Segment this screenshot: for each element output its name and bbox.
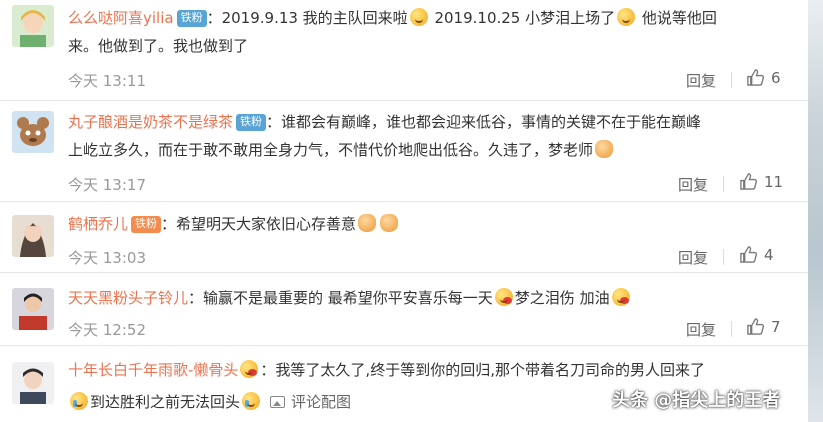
avatar[interactable] — [12, 111, 54, 153]
avatar[interactable] — [12, 215, 54, 257]
side-background — [808, 0, 823, 422]
like-button[interactable]: 11 — [739, 172, 783, 191]
comment-text-part: 梦之泪伤 加油 — [514, 289, 610, 307]
emoji-icon — [380, 214, 399, 232]
comment-item: 丸子酿酒是奶茶不是绿茶 铁粉 ：谁都会有巅峰，谁也都会迎来低谷，事情的关键不在于能在… — [0, 101, 808, 201]
divider — [723, 176, 724, 192]
avatar[interactable] — [12, 362, 54, 404]
thumbs-up-icon — [740, 246, 758, 263]
fan-badge[interactable]: 铁粉 — [131, 216, 162, 233]
like-count: 11 — [764, 172, 784, 191]
comment-picture-link[interactable]: 评论配图 — [291, 393, 351, 411]
watermark: 头条 @指尖上的王者 — [612, 390, 781, 411]
like-count: 4 — [764, 245, 774, 264]
comment-item: 天天黑粉头子铃儿：输赢不是最重要的 最希望你平安喜乐每一天 梦之泪伤 加油 今天 … — [0, 273, 808, 345]
fan-badge[interactable]: 铁粉 — [236, 114, 267, 131]
username-link[interactable]: 天天黑粉头子铃儿 — [68, 289, 188, 307]
emoji-icon — [242, 392, 261, 410]
comment-text: 么么哒阿喜yilia 铁粉 ：2019.9.13 我的主队回来啦 2019.10.2… — [68, 4, 798, 60]
divider — [723, 249, 724, 265]
username-link[interactable]: 鹤栖乔儿 — [68, 215, 128, 233]
reply-button[interactable]: 回复 — [686, 319, 716, 340]
comment-time: 今天 12:52 — [68, 321, 146, 339]
picture-icon — [270, 396, 286, 408]
comment-text-part: ：希望明天大家依旧心存善意 — [161, 215, 357, 233]
like-count: 6 — [771, 68, 781, 87]
comment-text-part: ：我等了太久了,终于等到你的回归,那个带着名刀司命的男人回来了 — [260, 361, 705, 379]
emoji-icon — [358, 214, 377, 232]
comment-text-part: ：输赢不是最重要的 最希望你平安喜乐每一天 — [188, 289, 493, 307]
comment-text-part: 来。他做到了。我也做到了 — [68, 37, 249, 55]
comment-text-part: ：2019.9.13 我的主队回来啦 — [206, 9, 408, 27]
emoji-icon — [617, 8, 636, 26]
comment-text: 丸子酿酒是奶茶不是绿茶 铁粉 ：谁都会有巅峰，谁也都会迎来低谷，事情的关键不在于能在… — [68, 108, 798, 164]
comment-text-part: ：谁都会有巅峰，谁也都会迎来低谷，事情的关键不在于能在巅峰 — [266, 113, 702, 131]
thumbs-up-icon — [747, 69, 765, 86]
emoji-icon — [240, 360, 259, 378]
divider — [731, 321, 732, 337]
username-link[interactable]: 丸子酿酒是奶茶不是绿茶 — [68, 113, 233, 131]
comment-item: 么么哒阿喜yilia 铁粉 ：2019.9.13 我的主队回来啦 2019.10.2… — [0, 0, 808, 100]
comment-item: 鹤栖乔儿 铁粉 ：希望明天大家依旧心存善意 今天 13:03 回复 4 — [0, 202, 808, 272]
reply-button[interactable]: 回复 — [678, 174, 708, 195]
avatar[interactable] — [12, 5, 54, 47]
thumbs-up-icon — [747, 318, 765, 335]
divider — [731, 72, 732, 88]
like-button[interactable]: 7 — [746, 317, 781, 336]
comment-time: 今天 13:03 — [68, 249, 146, 267]
avatar[interactable] — [12, 288, 54, 330]
like-count: 7 — [771, 317, 781, 336]
emoji-icon — [70, 392, 88, 410]
comment-time: 今天 13:17 — [68, 176, 146, 194]
reply-button[interactable]: 回复 — [686, 70, 716, 91]
reply-button[interactable]: 回复 — [678, 247, 708, 268]
comment-text-part: 上屹立多久，而在于敢不敢用全身力气，不惜代价地爬出低谷。久违了，梦老师 — [68, 141, 594, 159]
thumbs-up-icon — [740, 173, 758, 190]
comment-text: 天天黑粉头子铃儿：输赢不是最重要的 最希望你平安喜乐每一天 梦之泪伤 加油 — [68, 284, 798, 312]
comment-text: 鹤栖乔儿 铁粉 ：希望明天大家依旧心存善意 — [68, 210, 798, 238]
username-link[interactable]: 十年长白千年雨歌-懒骨头 — [68, 361, 238, 379]
comment-time: 今天 13:11 — [68, 72, 146, 90]
comment-list: 么么哒阿喜yilia 铁粉 ：2019.9.13 我的主队回来啦 2019.10.2… — [0, 0, 823, 422]
like-button[interactable]: 6 — [746, 68, 781, 87]
fan-badge[interactable]: 铁粉 — [176, 10, 207, 27]
username-link[interactable]: 么么哒阿喜yilia — [68, 9, 174, 27]
comment-text-part: 2019.10.25 小梦泪上场了 — [429, 9, 616, 27]
emoji-icon — [494, 288, 513, 306]
emoji-icon — [595, 140, 614, 158]
comment-text-part: 到达胜利之前无法回头 — [90, 393, 241, 411]
comment-text-part: 他说等他回 — [637, 9, 717, 27]
like-button[interactable]: 4 — [739, 245, 774, 264]
emoji-icon — [409, 8, 428, 26]
emoji-icon — [611, 288, 630, 306]
